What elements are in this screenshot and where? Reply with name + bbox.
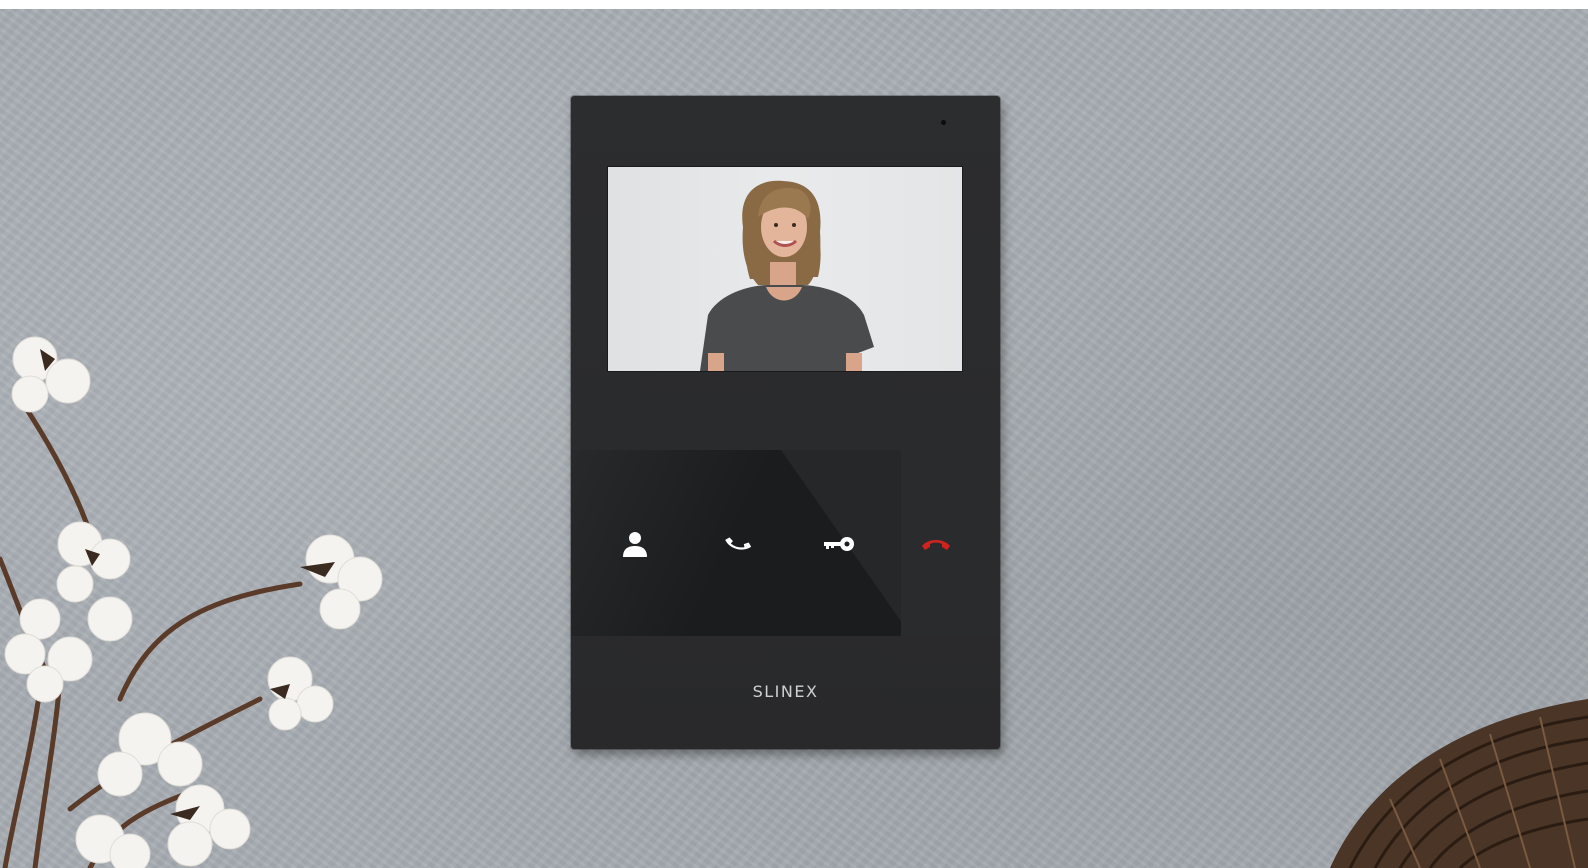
cotton-branches-decoration: [0, 336, 383, 868]
brand-logo: SLINEX: [752, 682, 819, 701]
unlock-door-button[interactable]: [819, 524, 859, 564]
handset-hangup-icon: [922, 540, 950, 550]
monitor-button[interactable]: [615, 524, 655, 564]
wicker-basket-decoration: [1330, 699, 1588, 868]
end-call-button[interactable]: [916, 524, 956, 564]
person-icon: [623, 532, 647, 557]
answer-call-button[interactable]: [718, 524, 758, 564]
intercom-monitor: SLINEX: [571, 96, 1000, 749]
light-sensor: [941, 120, 946, 125]
video-screen: [607, 166, 963, 372]
touch-control-panel: [571, 450, 1000, 636]
handset-answer-icon: [725, 537, 752, 550]
key-icon: [824, 537, 854, 551]
visitor-image: [700, 180, 874, 371]
